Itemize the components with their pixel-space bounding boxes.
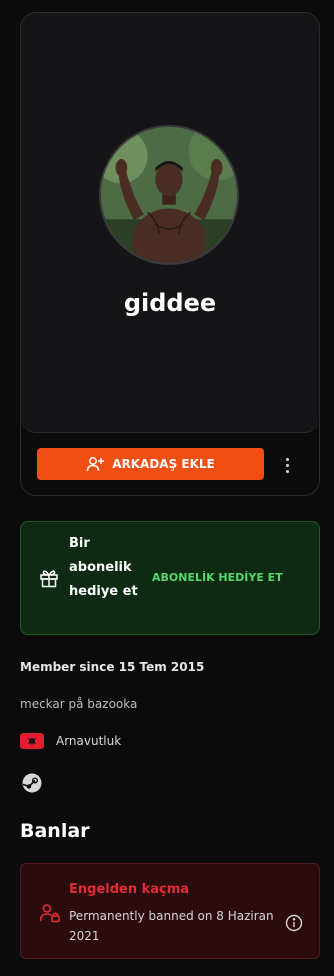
member-since: Member since 15 Tem 2015 xyxy=(20,660,205,674)
more-vertical-icon[interactable] xyxy=(279,453,295,477)
ban-title: Engelden kaçma xyxy=(69,882,190,897)
add-friend-label: ARKADAŞ EKLE xyxy=(112,457,215,471)
albania-flag-icon xyxy=(20,733,44,749)
gift-text: Bir abonelik hediye et xyxy=(69,536,138,599)
profile-header: giddee xyxy=(21,13,319,433)
username: giddee xyxy=(123,289,217,317)
country: Arnavutluk xyxy=(20,733,121,749)
avatar xyxy=(99,125,239,265)
gift-subscription-card: Bir abonelik hediye et ABONELİK HEDİYE E… xyxy=(20,521,320,635)
bans-heading: Banlar xyxy=(20,820,90,842)
gift-icon xyxy=(39,568,59,588)
steam-icon[interactable] xyxy=(22,773,42,793)
info-icon[interactable] xyxy=(285,914,303,932)
profile-card: giddee ARKADAŞ EKLE xyxy=(20,12,320,496)
add-friend-button[interactable]: ARKADAŞ EKLE xyxy=(37,448,264,480)
country-name: Arnavutluk xyxy=(56,734,122,748)
bio: meckar på bazooka xyxy=(20,697,138,711)
ban-detail: Permanently banned on 8 Haziran 2021 xyxy=(69,909,274,943)
banned-user-icon xyxy=(39,902,61,924)
ban-item: Engelden kaçma Permanently banned on 8 H… xyxy=(20,863,320,959)
gift-subscription-button[interactable]: ABONELİK HEDİYE ET xyxy=(152,571,283,584)
add-user-icon xyxy=(86,456,105,472)
